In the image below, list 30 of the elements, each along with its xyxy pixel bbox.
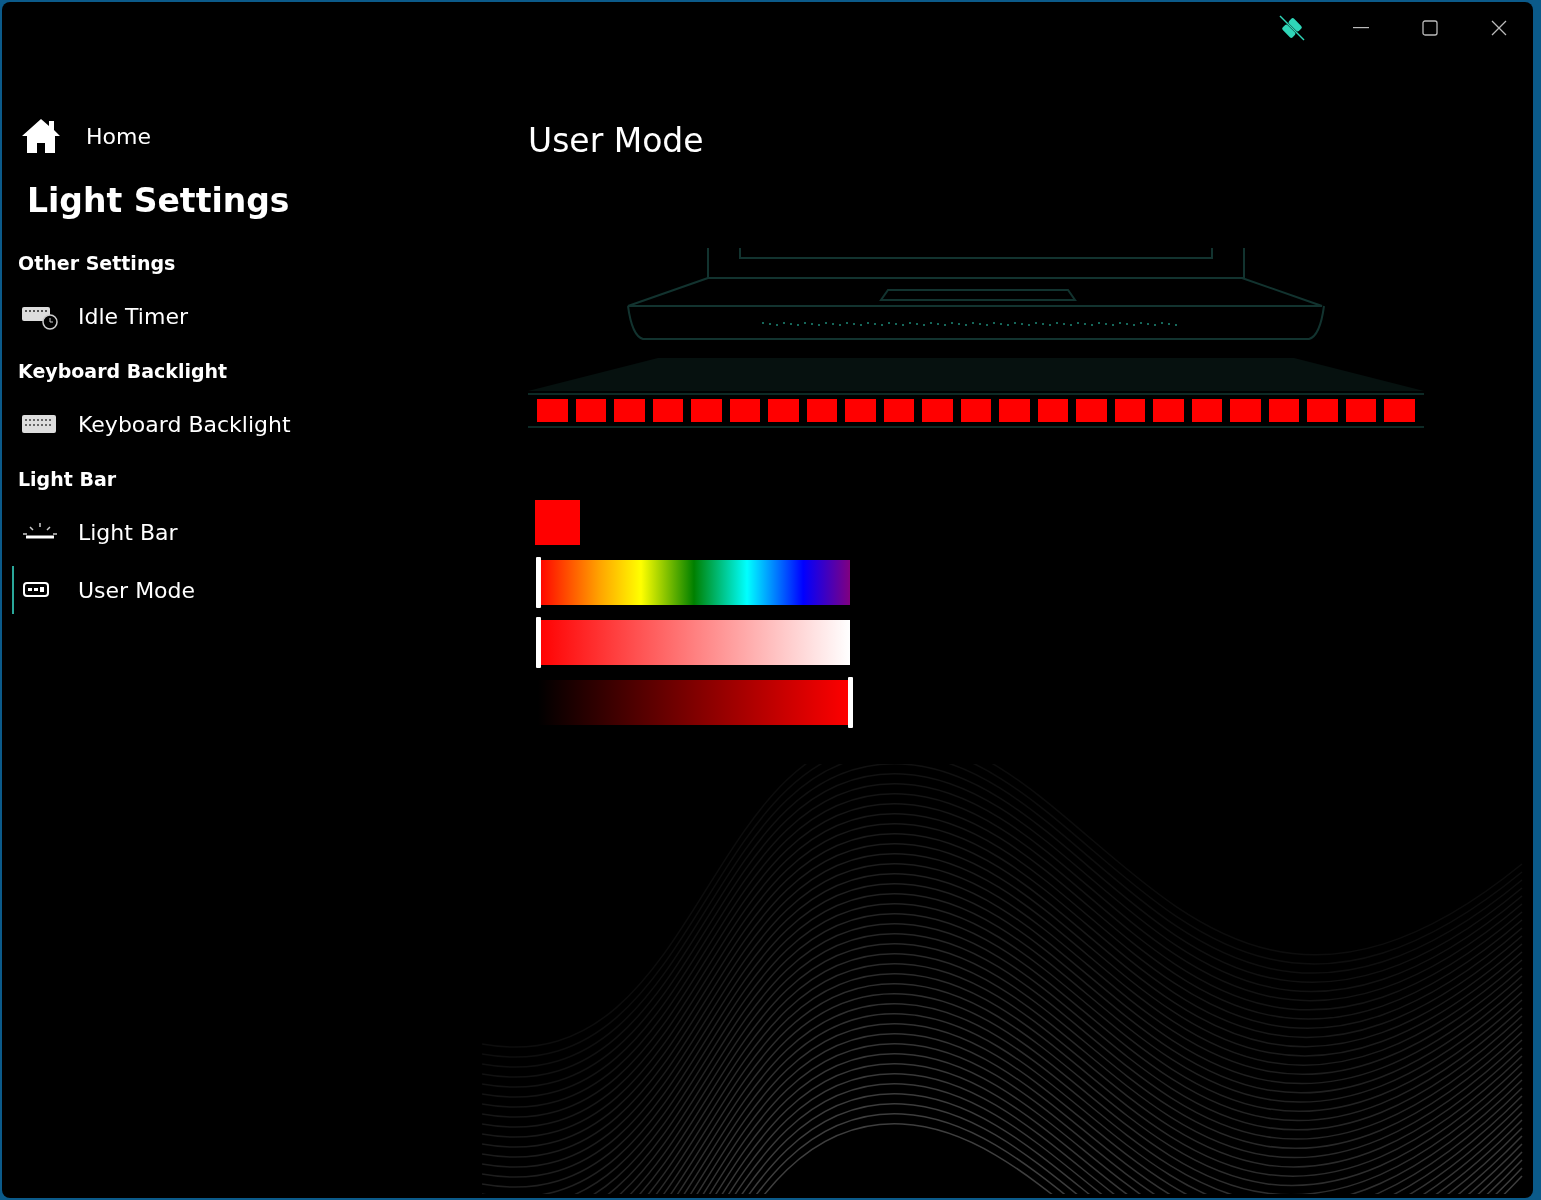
slider-thumb[interactable]: [536, 557, 541, 608]
light-segment[interactable]: [1191, 399, 1223, 422]
home-button[interactable]: Home: [12, 109, 512, 163]
sidebar-title: Light Settings: [26, 180, 291, 222]
light-segment[interactable]: [1037, 399, 1069, 422]
light-segment[interactable]: [960, 399, 992, 422]
light-segment[interactable]: [1345, 399, 1377, 422]
slider-thumb[interactable]: [848, 677, 853, 728]
light-segment[interactable]: [1114, 399, 1146, 422]
home-icon: [20, 117, 62, 155]
hue-slider[interactable]: [538, 560, 850, 605]
light-segment[interactable]: [652, 399, 684, 422]
close-icon: [1490, 20, 1507, 36]
light-segment[interactable]: [806, 399, 838, 422]
section-header: Keyboard Backlight: [17, 359, 229, 384]
nav-item[interactable]: User Mode: [12, 566, 512, 614]
section-header: Light Bar: [17, 467, 118, 492]
nav-item[interactable]: Keyboard Backlight: [12, 400, 512, 448]
minimize-icon: [1352, 27, 1369, 29]
nav-item[interactable]: Light Bar: [12, 508, 512, 556]
saturation-slider[interactable]: [538, 620, 850, 665]
light-segment[interactable]: [575, 399, 607, 422]
page-title: User Mode: [528, 120, 705, 160]
nav-item[interactable]: Idle Timer: [12, 292, 512, 340]
maximize-icon: [1421, 20, 1438, 36]
slider-thumb[interactable]: [536, 617, 541, 668]
light-segment[interactable]: [883, 399, 915, 422]
light-segment[interactable]: [1268, 399, 1300, 422]
light-segment[interactable]: [729, 399, 761, 422]
section-header: Other Settings: [17, 251, 177, 276]
